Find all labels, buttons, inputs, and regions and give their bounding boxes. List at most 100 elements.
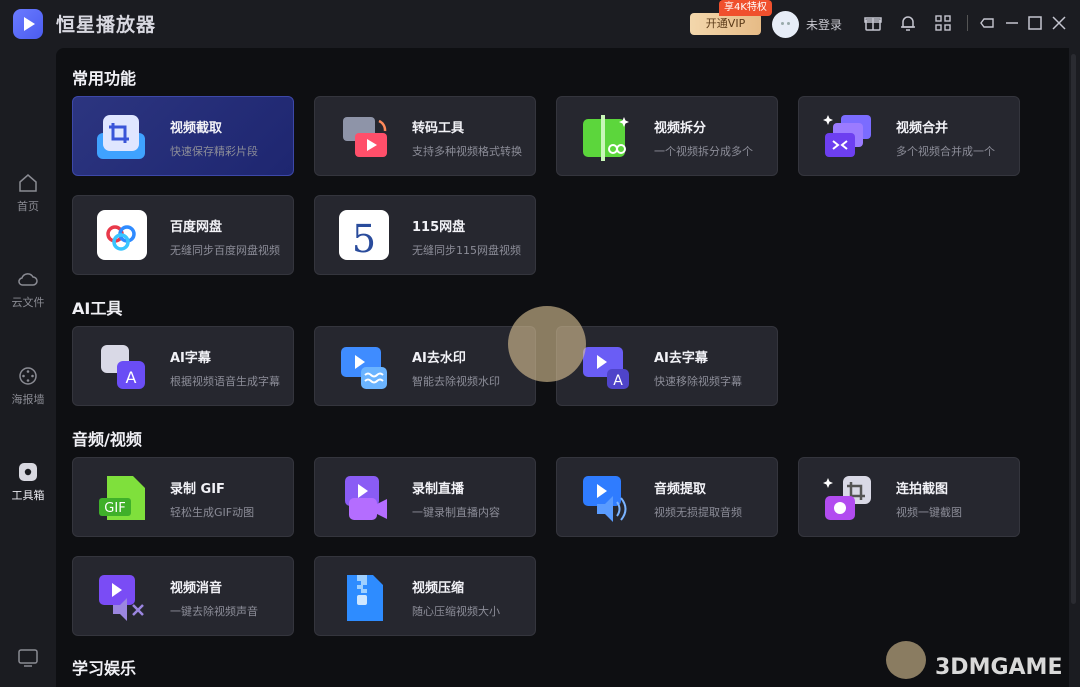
tool-card-ai-subtitle[interactable]: A AI字幕 根据视频语音生成字幕 [72,326,294,406]
card-desc: 一键去除视频声音 [170,605,258,618]
card-title: 115网盘 [412,220,466,235]
watermark-text: 3DMGAME [935,655,1063,680]
crop-icon [97,115,145,159]
tool-card-video-mute[interactable]: 视频消音 一键去除视频声音 [72,556,294,636]
gif-icon: GIF [99,476,145,520]
sidebar-item-cloud[interactable]: 云文件 [0,268,56,320]
app-logo [13,9,43,39]
merge-icon [823,115,871,157]
minimize-icon[interactable] [1003,14,1021,32]
login-link[interactable]: 未登录 [806,16,842,33]
maximize-icon[interactable] [1026,14,1044,32]
mini-mode-icon[interactable] [979,14,997,32]
card-desc: 一个视频拆分成多个 [654,145,753,158]
sidebar-item-poster[interactable]: 海报墙 [0,365,56,417]
card-title: AI字幕 [170,351,211,366]
bell-icon[interactable] [899,14,917,32]
card-desc: 多个视频合并成一个 [896,145,995,158]
sidebar-item-label: 工具箱 [11,489,45,502]
ai-subtitle-icon: A [101,345,145,389]
toolbox-icon [19,463,37,481]
video-compress-icon [347,575,383,621]
tool-card-video-clip[interactable]: 视频截取 快速保存精彩片段 [72,96,294,176]
card-title: 视频消音 [170,581,223,596]
svg-text:5: 5 [352,217,376,261]
card-desc: 一键录制直播内容 [412,506,500,519]
svg-text:GIF: GIF [104,501,125,516]
card-title: 录制直播 [412,482,465,497]
card-desc: 快速移除视频字幕 [654,375,742,388]
sidebar-item-home[interactable]: 首页 [0,172,56,224]
home-icon [19,174,37,192]
baidu-pan-icon [97,210,147,260]
cloud-icon [18,273,38,286]
card-title: 音频提取 [654,482,707,497]
pan-115-icon: 5 [339,210,389,261]
section-title: 学习娱乐 [72,659,137,678]
sidebar-item-label: 云文件 [11,296,45,309]
card-desc: 智能去除视频水印 [412,375,500,388]
titlebar-divider [967,15,968,31]
card-desc: 支持多种视频格式转换 [412,145,522,158]
tool-card-burst-screenshot[interactable]: 连拍截图 视频一键截图 [798,457,1020,537]
section-title: 音频/视频 [72,430,142,449]
tool-card-ai-remove-watermark[interactable]: AI去水印 智能去除视频水印 [314,326,536,406]
tool-card-audio-extract[interactable]: 音频提取 视频无损提取音频 [556,457,778,537]
sidebar-item-toolbox[interactable]: 工具箱 [0,461,56,513]
open-vip-button[interactable]: 开通VIP [690,13,761,35]
section-title: 常用功能 [72,69,137,88]
scrollbar[interactable] [1071,54,1076,604]
tool-card-transcode[interactable]: 转码工具 支持多种视频格式转换 [314,96,536,176]
section-title: AI工具 [72,299,123,318]
watermark-mascot-small [886,641,926,679]
title-bar: 恒星播放器 开通VIP 享4K特权 未登录 [0,0,1080,48]
tv-icon[interactable] [17,646,39,668]
split-icon [583,115,629,161]
watermark-mascot [508,306,586,382]
card-desc: 无缝同步115网盘视频 [412,244,521,257]
tool-card-ai-remove-subtitle[interactable]: A AI去字幕 快速移除视频字幕 [556,326,778,406]
transcode-icon [343,117,387,157]
video-mute-icon [99,575,144,621]
tool-card-record-live[interactable]: 录制直播 一键录制直播内容 [314,457,536,537]
poster-icon [19,367,37,385]
card-desc: 视频无损提取音频 [654,506,742,519]
card-title: 视频拆分 [654,121,707,136]
app-title: 恒星播放器 [56,14,157,36]
card-desc: 快速保存精彩片段 [170,145,258,158]
sidebar-item-label: 海报墙 [11,393,45,406]
card-desc: 视频一键截图 [896,506,962,519]
card-title: 视频压缩 [412,581,465,596]
record-live-icon [345,476,387,520]
card-desc: 随心压缩视频大小 [412,605,500,618]
card-title: AI去字幕 [654,351,708,366]
ai-watermark-icon [341,347,387,389]
grid-icon[interactable] [934,14,952,32]
card-title: 转码工具 [412,121,465,136]
tool-card-video-compress[interactable]: 视频压缩 随心压缩视频大小 [314,556,536,636]
card-title: 录制 GIF [170,482,225,497]
card-desc: 轻松生成GIF动图 [170,506,255,519]
audio-extract-icon [583,476,627,522]
card-title: 百度网盘 [170,220,223,235]
tool-card-115-pan[interactable]: 5 115网盘 无缝同步115网盘视频 [314,195,536,275]
avatar[interactable] [772,11,799,38]
card-desc: 根据视频语音生成字幕 [170,375,280,388]
card-title: 视频合并 [896,121,949,136]
svg-text:A: A [126,368,137,387]
burst-screenshot-icon [823,476,871,520]
vip-promo-badge: 享4K特权 [719,0,772,16]
card-title: 视频截取 [170,121,223,136]
tool-card-video-merge[interactable]: 视频合并 多个视频合并成一个 [798,96,1020,176]
card-title: 连拍截图 [896,482,949,497]
tool-card-video-split[interactable]: 视频拆分 一个视频拆分成多个 [556,96,778,176]
tool-card-record-gif[interactable]: GIF 录制 GIF 轻松生成GIF动图 [72,457,294,537]
tool-card-baidu-pan[interactable]: 百度网盘 无缝同步百度网盘视频 [72,195,294,275]
gift-icon[interactable] [864,14,882,32]
card-desc: 无缝同步百度网盘视频 [170,244,280,257]
card-title: AI去水印 [412,351,466,366]
close-icon[interactable] [1050,14,1068,32]
sidebar: 首页 云文件 海报墙 工具箱 [0,48,56,687]
svg-text:A: A [613,373,623,389]
sidebar-item-label: 首页 [17,200,39,213]
